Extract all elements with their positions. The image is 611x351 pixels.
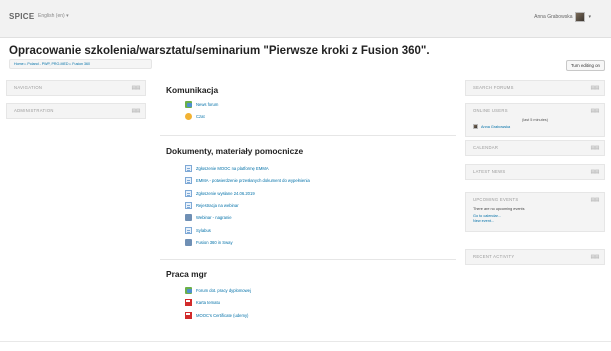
activity-link[interactable]: Karta tematu — [196, 300, 220, 305]
file-icon — [185, 202, 192, 209]
activity-item[interactable]: Fusion 360 in Sway — [185, 239, 233, 246]
page-icon — [185, 239, 192, 246]
block-title: LATEST NEWS — [473, 169, 506, 174]
block-actions-icon[interactable]: ▤▤ — [591, 197, 600, 203]
activity-item[interactable]: Karta tematu — [185, 299, 220, 306]
turn-editing-on-button[interactable]: Turn editing on — [565, 60, 605, 71]
site-brand[interactable]: SPICE — [9, 12, 35, 21]
activity-item[interactable]: MOOC's Certificate (udemy) — [185, 312, 248, 319]
block-actions-icon[interactable]: ▤▤ — [591, 145, 600, 151]
breadcrumb[interactable]: Home ▹ Poland - PWP, PRO-MED ▹ Fusion 36… — [9, 59, 152, 69]
search-forums-block: SEARCH FORUMS ▤▤ — [465, 80, 605, 96]
latest-news-block: LATEST NEWS ▤▤ — [465, 164, 605, 180]
file-icon — [185, 165, 192, 172]
calendar-block: CALENDAR ▤▤ — [465, 140, 605, 156]
navigation-block: NAVIGATION ▤▤ — [6, 80, 146, 96]
block-actions-icon[interactable]: ▤▤ — [591, 108, 600, 114]
activity-item[interactable]: Forum dot. pracy dyplomowej — [185, 287, 251, 294]
block-actions-icon[interactable]: ▤▤ — [132, 85, 141, 91]
pdf-icon — [185, 312, 192, 319]
block-title: SEARCH FORUMS — [473, 85, 514, 90]
file-icon — [185, 227, 192, 234]
online-users-block: ONLINE USERS ▤▤ (last 5 minutes) Anna Gr… — [465, 103, 605, 137]
block-title: RECENT ACTIVITY — [473, 254, 515, 259]
activity-link[interactable]: Rejestracja na webinar — [196, 203, 239, 208]
online-user-name[interactable]: Anna Grabowska — [481, 125, 510, 129]
forum-icon — [185, 101, 192, 108]
user-menu[interactable]: Anna Grabowska ▾ — [534, 12, 591, 22]
file-icon — [185, 190, 192, 197]
activity-link[interactable]: EMMA - potwierdzenie przesłanych dokumen… — [196, 178, 310, 183]
page-title: Opracowanie szkolenia/warsztatu/seminari… — [9, 45, 430, 57]
user-avatar-icon — [473, 124, 478, 129]
section-divider — [160, 135, 456, 136]
upcoming-events-block: UPCOMING EVENTS ▤▤ There are no upcoming… — [465, 192, 605, 232]
block-actions-icon[interactable]: ▤▤ — [132, 108, 141, 114]
section-title-praca-mgr: Praca mgr — [166, 269, 207, 279]
activity-item[interactable]: Rejestracja na webinar — [185, 202, 239, 209]
block-title: UPCOMING EVENTS — [473, 197, 519, 202]
no-events-text: There are no upcoming events — [473, 207, 525, 211]
block-title: NAVIGATION — [14, 85, 43, 90]
activity-item[interactable]: EMMA - potwierdzenie przesłanych dokumen… — [185, 177, 310, 184]
activity-link[interactable]: Zgłoszenie MOOC na platformę EMMA — [196, 166, 269, 171]
section-title-dokumenty: Dokumenty, materiały pomocnicze — [166, 146, 304, 156]
chat-icon — [185, 113, 192, 120]
activity-link[interactable]: Webinar - nagranie — [196, 215, 232, 220]
top-navbar: SPICE English (en) ▾ Anna Grabowska ▾ — [0, 0, 611, 38]
block-title: ONLINE USERS — [473, 108, 508, 113]
activity-link[interactable]: Forum dot. pracy dyplomowej — [196, 288, 251, 293]
section-divider — [160, 259, 456, 260]
activity-item[interactable]: Zgłoszenie wysłane 24.06.2019 — [185, 190, 255, 197]
block-actions-icon[interactable]: ▤▤ — [591, 169, 600, 175]
activity-item[interactable]: Webinar - nagranie — [185, 214, 232, 221]
recent-activity-block: RECENT ACTIVITY ▤▤ — [465, 249, 605, 265]
activity-item[interactable]: Zgłoszenie MOOC na platformę EMMA — [185, 165, 269, 172]
chevron-down-icon[interactable]: ▾ — [588, 14, 591, 20]
online-user-item[interactable]: Anna Grabowska — [473, 124, 597, 129]
activity-link[interactable]: MOOC's Certificate (udemy) — [196, 313, 248, 318]
activity-link[interactable]: Czat — [196, 114, 205, 119]
forum-icon — [185, 287, 192, 294]
language-menu[interactable]: English (en) ▾ — [38, 13, 69, 19]
activity-link[interactable]: Zgłoszenie wysłane 24.06.2019 — [196, 191, 255, 196]
activity-link[interactable]: Fusion 360 in Sway — [196, 240, 233, 245]
activity-link[interactable]: Sylabus — [196, 228, 211, 233]
user-name[interactable]: Anna Grabowska — [534, 14, 572, 20]
block-actions-icon[interactable]: ▤▤ — [591, 254, 600, 260]
administration-block: ADMINISTRATION ▤▤ — [6, 103, 146, 119]
new-event-link[interactable]: New event... — [473, 219, 597, 224]
file-icon — [185, 177, 192, 184]
block-title: ADMINISTRATION — [14, 108, 54, 113]
pdf-icon — [185, 299, 192, 306]
avatar[interactable] — [575, 12, 586, 22]
activity-link[interactable]: News forum — [196, 102, 218, 107]
activity-czat[interactable]: Czat — [185, 113, 205, 120]
online-users-period: (last 5 minutes) — [522, 118, 548, 122]
activity-news-forum[interactable]: News forum — [185, 101, 218, 108]
block-actions-icon[interactable]: ▤▤ — [591, 85, 600, 91]
section-title-komunikacja: Komunikacja — [166, 85, 219, 95]
activity-item[interactable]: Sylabus — [185, 227, 211, 234]
page-icon — [185, 214, 192, 221]
footer-divider — [0, 341, 611, 342]
block-title: CALENDAR — [473, 145, 499, 150]
